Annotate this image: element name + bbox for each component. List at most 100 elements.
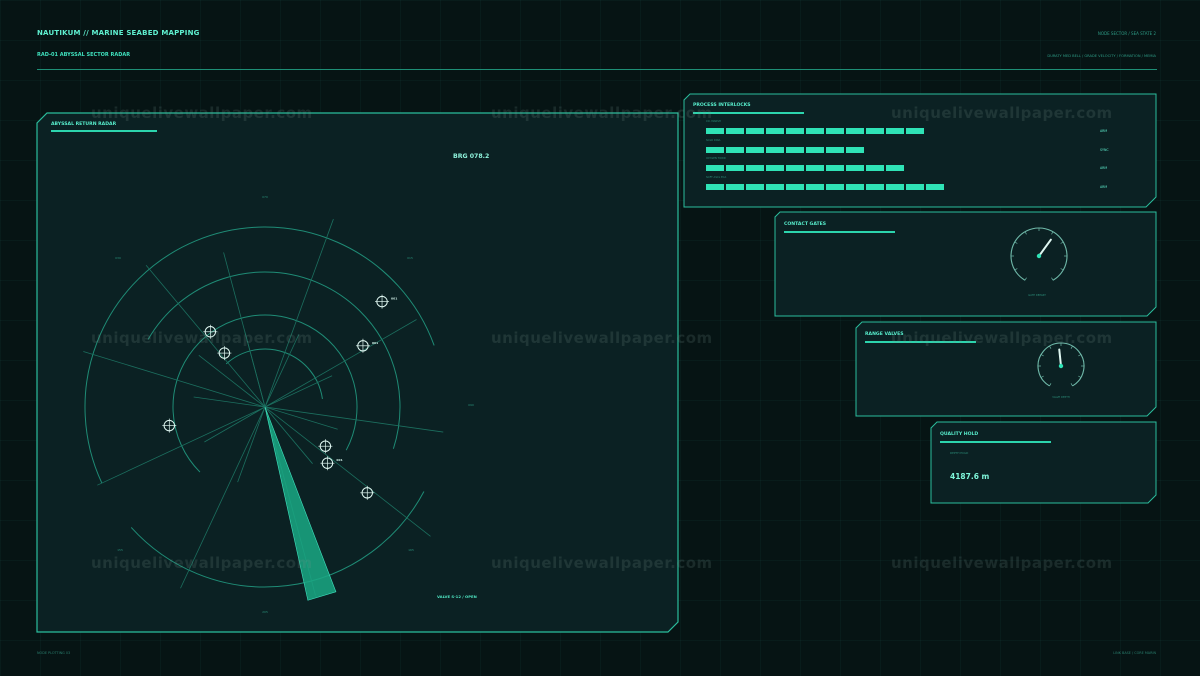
watermark: uniquelivewallpaper.com <box>891 104 1113 122</box>
watermark: uniquelivewallpaper.com <box>891 329 1113 347</box>
watermark: uniquelivewallpaper.com <box>491 329 713 347</box>
gauge-tick <box>1049 383 1052 387</box>
interlock-segment <box>846 146 864 153</box>
gauge-tick <box>1051 231 1054 235</box>
interlock-segment <box>886 184 904 191</box>
interlock-segment <box>746 128 764 134</box>
watermark: uniquelivewallpaper.com <box>891 554 1113 572</box>
interlock-row-label: OXYGEN TOWR <box>706 157 726 161</box>
radar-contact-marker[interactable] <box>217 346 232 361</box>
interlock-segment <box>826 128 844 134</box>
watermark: uniquelivewallpaper.com <box>91 104 313 122</box>
gauge-tick <box>1051 277 1054 281</box>
interlock-segment <box>746 165 764 172</box>
range-valve-caption: VALVE DEPTH <box>1052 396 1070 399</box>
interlock-segment <box>766 146 784 153</box>
interlock-segment <box>866 184 884 191</box>
gauge-tick <box>1040 354 1044 357</box>
interlock-segment <box>806 165 824 172</box>
radar-range-label: 165 <box>408 548 414 552</box>
interlock-segment <box>746 146 764 153</box>
gauge-tick <box>1078 375 1082 378</box>
radar-range-label: 205 <box>262 610 268 614</box>
radar-range-label: 090 <box>468 403 474 407</box>
quality-hold-titlebar <box>940 441 1051 443</box>
radar-contact-marker[interactable]: 001 <box>320 456 343 471</box>
interlock-row-status: ARM <box>1100 166 1108 171</box>
radar-ring-inner <box>225 348 323 399</box>
footer-right: LINK BASE / CORE MARIN <box>1113 651 1156 655</box>
interlock-row-label: SOLO DINA <box>706 138 721 142</box>
interlock-segment <box>726 184 744 191</box>
interlock-segment <box>726 128 744 134</box>
depth-hold-value: 4187.6 m <box>950 472 990 481</box>
interlock-segment <box>846 128 864 134</box>
interlock-segment <box>906 184 924 191</box>
gauge-needle <box>1058 348 1062 367</box>
watermark: uniquelivewallpaper.com <box>91 329 313 347</box>
interlock-segment <box>886 128 904 134</box>
radar-range-label: 015 <box>407 256 413 260</box>
interlock-row-status: ARM <box>1100 185 1108 190</box>
footer-left: NODE PLOTTING 03 <box>37 651 71 655</box>
gauge-tick <box>1060 268 1064 271</box>
interlock-segment <box>826 165 844 172</box>
radar-spoke <box>83 351 338 430</box>
gauge-tick <box>1024 231 1027 235</box>
interlock-segment <box>886 165 904 172</box>
contact-gate-caption: GATE DEPART <box>1028 294 1046 297</box>
quality-hold-title: QUALITY HOLD <box>940 432 979 437</box>
interlock-segment <box>706 165 724 172</box>
interlock-segment <box>846 184 864 191</box>
radar-contact-marker[interactable]: 001 <box>355 338 378 353</box>
range-valve-gauge[interactable] <box>1034 339 1088 393</box>
radar-spoke <box>198 354 431 537</box>
gauge-tick <box>1060 241 1064 244</box>
contact-gates-titlebar <box>784 231 895 233</box>
watermark: uniquelivewallpaper.com <box>491 554 713 572</box>
interlock-segment <box>866 128 884 134</box>
interlock-segment <box>726 165 744 172</box>
gauge-hub <box>1058 363 1064 369</box>
radar-contact-marker[interactable] <box>318 439 333 454</box>
contact-label: 001 <box>336 458 342 462</box>
interlock-segment <box>706 146 724 153</box>
interlock-segment <box>726 146 744 153</box>
radar-contact-marker[interactable] <box>360 485 375 500</box>
gauge-tick <box>1014 268 1018 271</box>
interlock-segment <box>746 184 764 191</box>
interlock-segment <box>786 184 804 191</box>
interlock-segment <box>786 128 804 134</box>
interlock-row-status: SYNC <box>1100 147 1109 152</box>
interlock-segment <box>786 146 804 153</box>
gauge-tick <box>1040 375 1044 378</box>
radar-range-label: 030 <box>115 256 121 260</box>
gauge-needle <box>1038 238 1052 257</box>
contact-label: 001 <box>391 297 397 301</box>
contact-label: 001 <box>372 341 378 345</box>
watermark: uniquelivewallpaper.com <box>491 104 713 122</box>
interlock-segment <box>806 128 824 134</box>
radar-range-label: 155 <box>117 548 123 552</box>
interlock-segment <box>866 165 884 172</box>
interlock-segment <box>926 184 944 191</box>
interlock-segment <box>806 146 824 153</box>
depth-hold-label: DEPTH HOLD <box>950 451 969 455</box>
interlock-segment <box>766 184 784 191</box>
contact-gates-title: CONTACT GATES <box>784 222 827 227</box>
gauge-tick <box>1070 383 1073 387</box>
radar-contact-marker[interactable]: 001 <box>375 294 397 309</box>
interlock-segment <box>826 184 844 191</box>
contact-gate-gauge[interactable] <box>1007 224 1071 288</box>
interlock-row-label: SOFT ASCL ECA <box>706 176 727 180</box>
radar-range-label: 070 <box>262 195 268 199</box>
gauge-tick <box>1078 354 1082 357</box>
interlock-segment <box>806 184 824 191</box>
gauge-tick <box>1014 241 1018 244</box>
watermark: uniquelivewallpaper.com <box>91 554 313 572</box>
interlock-segment <box>786 165 804 172</box>
interlock-row-status: ARM <box>1100 129 1108 133</box>
interlock-segment <box>906 128 924 134</box>
interlock-segment <box>766 128 784 134</box>
radar-ring-outer <box>130 491 425 588</box>
